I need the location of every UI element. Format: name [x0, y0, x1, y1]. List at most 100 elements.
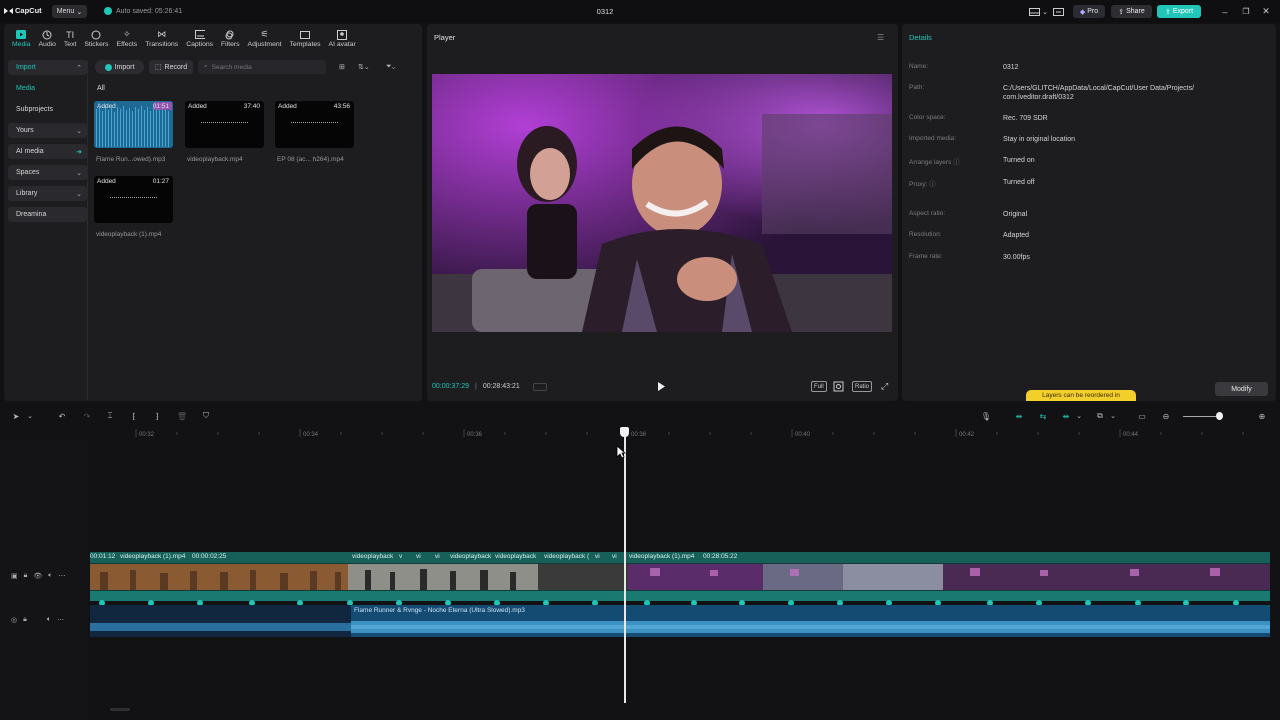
- media-item[interactable]: Added 37:40: [185, 101, 264, 148]
- video-track[interactable]: 00:01:12 videoplayback (1).mp4 00:00:02:…: [90, 552, 1270, 601]
- media-item[interactable]: Added 43:56: [275, 101, 354, 148]
- sidebar-item-spaces[interactable]: Spaces ⌄: [8, 165, 87, 180]
- more-icon[interactable]: ⋯: [58, 572, 65, 580]
- sidebar-item-media[interactable]: Media: [8, 81, 87, 96]
- timeline-scrollbar[interactable]: [110, 708, 130, 711]
- media-item[interactable]: Added 01:27: [94, 176, 173, 223]
- preview-axis-icon[interactable]: ⧉: [1094, 410, 1106, 422]
- tab-audio[interactable]: Audio: [35, 26, 60, 52]
- restore-icon[interactable]: ❐: [1239, 5, 1253, 18]
- undo-icon[interactable]: ↶: [56, 410, 68, 422]
- sidebar-item-ai-media[interactable]: AI media ➜: [8, 144, 87, 159]
- import-icon: [104, 63, 112, 71]
- trim-right-icon[interactable]: ⁆: [151, 410, 163, 422]
- sidebar-item-library[interactable]: Library ⌄: [8, 186, 87, 201]
- tab-transitions[interactable]: ⋈ Transitions: [141, 26, 182, 52]
- player-menu-icon[interactable]: ☰: [877, 33, 884, 42]
- speaker-icon[interactable]: 🔈︎: [47, 616, 51, 624]
- video-preview[interactable]: [432, 74, 892, 332]
- cover-icon[interactable]: ▣: [11, 572, 18, 580]
- redo-icon[interactable]: ↷: [81, 410, 93, 422]
- search-input[interactable]: [211, 63, 312, 71]
- minimize-icon[interactable]: –: [1218, 5, 1232, 18]
- lock-icon[interactable]: 🔒︎: [24, 572, 28, 580]
- pro-button[interactable]: ◆ Pro: [1073, 5, 1105, 18]
- layout-chevron-icon[interactable]: ⌄: [1038, 5, 1052, 18]
- export-button[interactable]: ⇪ Export: [1157, 5, 1201, 18]
- audio-track[interactable]: Flame Runner & Rvnge - Noche Eterna (Ult…: [90, 605, 1270, 637]
- modify-button[interactable]: Modify: [1215, 382, 1268, 396]
- magnet-icon[interactable]: ⇆: [1037, 410, 1049, 422]
- share-button[interactable]: ⇪ Share: [1111, 5, 1152, 18]
- more-icon[interactable]: ⋯: [57, 616, 64, 624]
- select-cursor-icon[interactable]: ➤: [10, 410, 22, 422]
- audio-waveform: [90, 623, 351, 631]
- linkage-icon[interactable]: ⇹: [1060, 410, 1072, 422]
- close-icon[interactable]: ✕: [1259, 5, 1273, 18]
- keyboard-icon[interactable]: [1051, 5, 1065, 18]
- import-button[interactable]: Import: [95, 60, 144, 74]
- detail-key: Aspect ratio:: [909, 210, 946, 217]
- trim-left-icon[interactable]: ⁅: [128, 410, 140, 422]
- sidebar-item-import[interactable]: Import ⌃: [8, 60, 87, 75]
- tab-text[interactable]: TI Text: [60, 26, 80, 52]
- grid-view-icon[interactable]: ⊞: [339, 62, 345, 72]
- filter-all-label[interactable]: All: [97, 85, 105, 92]
- templates-icon: [300, 30, 311, 39]
- detail-value: Turned off: [1003, 179, 1035, 186]
- detail-key: Arrange layers ⓘ: [909, 159, 960, 166]
- sidebar-item-dreamina[interactable]: Dreamina: [8, 207, 87, 222]
- cursor-chevron-icon[interactable]: ⌄: [24, 410, 36, 422]
- filter-icon[interactable]: ⏷⌄: [386, 62, 395, 72]
- captions-track-icon[interactable]: ▭: [1136, 410, 1148, 422]
- fullscreen-icon[interactable]: ⤢: [881, 381, 888, 392]
- clip-label: vi: [416, 553, 421, 560]
- play-button[interactable]: [656, 381, 666, 392]
- tab-stickers[interactable]: Stickers: [80, 26, 112, 52]
- tab-adjustment[interactable]: ⚟ Adjustment: [244, 26, 286, 52]
- delete-icon[interactable]: 🗑: [176, 410, 188, 422]
- search-field[interactable]: ⌕: [198, 60, 326, 74]
- tab-filters[interactable]: Filters: [217, 26, 244, 52]
- speaker-icon[interactable]: 🔈︎: [48, 572, 52, 580]
- tab-media[interactable]: Media: [8, 26, 35, 52]
- timeline-ruler[interactable]: [88, 427, 1280, 441]
- added-badge: Added: [188, 103, 207, 110]
- preview-axis-chevron-icon[interactable]: ⌄: [1107, 410, 1119, 422]
- added-badge: Added: [97, 103, 116, 110]
- tab-effects[interactable]: ✧ Effects: [113, 26, 142, 52]
- tab-label: Transitions: [145, 41, 179, 48]
- sidebar-item-subprojects[interactable]: Subprojects: [8, 102, 87, 117]
- playhead-handle[interactable]: [620, 427, 629, 437]
- sort-icon[interactable]: ⇅⌄: [358, 62, 370, 72]
- eye-icon[interactable]: 👁︎: [33, 572, 42, 580]
- video-frame-image: [432, 74, 892, 332]
- tab-ai-avatar[interactable]: AI avatar: [325, 26, 360, 52]
- zoom-out-icon[interactable]: ⊖: [1160, 410, 1172, 422]
- microphone-icon[interactable]: 🎙: [980, 410, 992, 422]
- tab-templates[interactable]: Templates: [286, 26, 325, 52]
- diamond-icon: ◆: [1079, 8, 1086, 16]
- lock-icon[interactable]: 🔒︎: [23, 616, 27, 624]
- record-button[interactable]: ⬚ Record: [149, 60, 193, 74]
- zoom-in-icon[interactable]: ⊕: [1256, 410, 1268, 422]
- full-button[interactable]: Full: [811, 381, 827, 392]
- thumbnail-text: [290, 122, 339, 125]
- detail-value: C:/Users/GLITCH/AppData/Local/CapCut/Use…: [1003, 85, 1195, 101]
- linkage-chevron-icon[interactable]: ⌄: [1073, 410, 1085, 422]
- timecode-toggle-icon[interactable]: [533, 383, 547, 391]
- clip-label: videoplayback: [495, 553, 537, 560]
- text-icon: TI: [66, 29, 75, 40]
- sidebar-item-yours[interactable]: Yours ⌄: [8, 123, 87, 138]
- clip-label: videoplayback: [450, 553, 492, 560]
- tab-label: Filters: [221, 41, 240, 48]
- split-icon[interactable]: ⌶: [104, 410, 116, 422]
- tab-captions[interactable]: Captions: [182, 26, 217, 52]
- fit-screen-icon[interactable]: [833, 381, 844, 392]
- ratio-button[interactable]: Ratio: [852, 381, 873, 392]
- zoom-slider-handle[interactable]: [1216, 412, 1223, 420]
- playhead-line[interactable]: [624, 430, 626, 703]
- marker-icon[interactable]: ⛉: [200, 410, 212, 422]
- link-main-track-icon[interactable]: ⇹: [1013, 410, 1025, 422]
- media-item[interactable]: Added 01:51: [94, 101, 173, 148]
